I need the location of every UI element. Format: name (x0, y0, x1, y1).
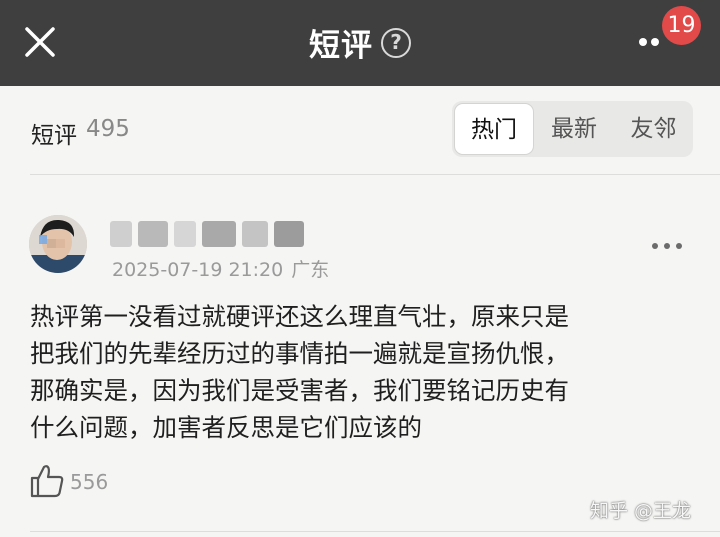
comment-line: 热评第一没看过就硬评还这么理直气壮，原来只是 (30, 302, 569, 331)
help-icon[interactable]: ? (381, 27, 411, 58)
tab-friends[interactable]: 友邻 (614, 101, 693, 157)
comment-text: 热评第一没看过就硬评还这么理直气壮，原来只是 把我们的先辈经历过的事情拍一遍就是… (30, 298, 690, 446)
comment-line: 什么问题，加害者反思是它们应该的 (30, 413, 422, 442)
tab-hot[interactable]: 热门 (454, 103, 534, 155)
sort-tabs: 最新 友邻 热门 (452, 101, 693, 157)
section-title: 短评 (31, 123, 77, 149)
tab-latest[interactable]: 最新 (534, 101, 614, 157)
comment-date: 2025-07-19 21:20 (112, 259, 284, 281)
username-blurred[interactable] (110, 221, 310, 251)
page-title: 短评 (309, 28, 373, 64)
notification-badge[interactable]: 19 (662, 6, 701, 45)
comment-line: 把我们的先辈经历过的事情拍一遍就是宣扬仇恨， (30, 339, 569, 368)
like-count[interactable]: 556 (70, 470, 108, 494)
review-count: 495 (86, 116, 130, 142)
watermark-text: 知乎 @王龙 (590, 500, 692, 522)
comment-more-icon[interactable] (650, 239, 684, 255)
comment-location: 广东 (291, 259, 330, 281)
avatar[interactable] (29, 215, 87, 273)
thumbs-up-icon[interactable] (29, 463, 65, 499)
top-navigation-bar: 短评? 19 (0, 0, 720, 86)
comment-meta: 2025-07-19 21:20 广东 (112, 255, 329, 282)
comment-line: 那确实是，因为我们是受害者，我们要铭记历史有 (30, 376, 569, 405)
header-title-group: 短评? (0, 20, 720, 65)
bottom-divider (30, 531, 720, 532)
section-divider (30, 174, 720, 175)
